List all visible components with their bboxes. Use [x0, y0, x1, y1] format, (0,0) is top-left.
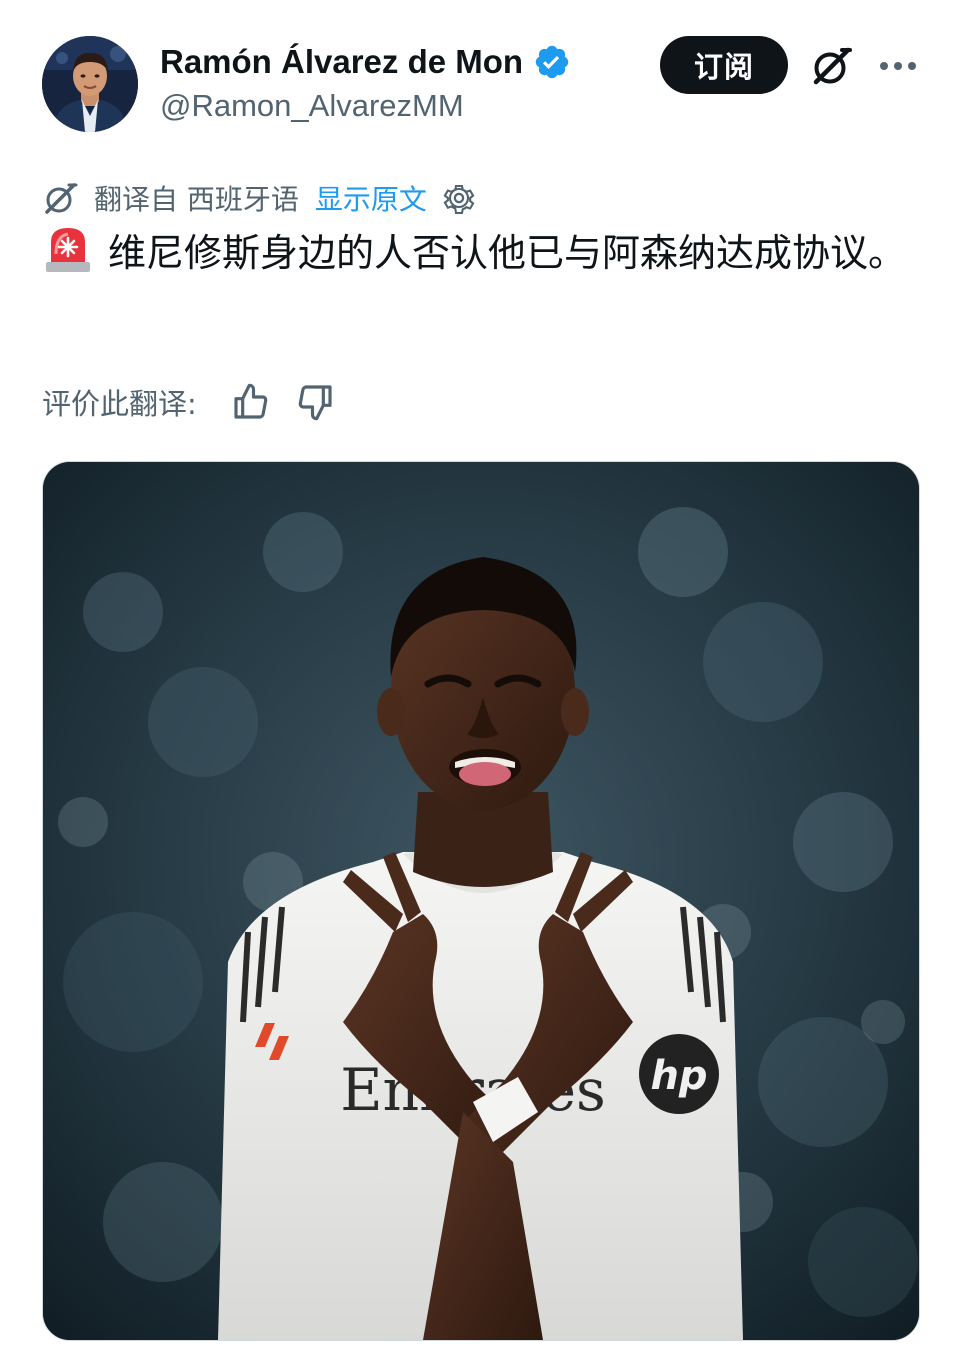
translated-from-label: 翻译自 西班牙语 — [94, 183, 299, 216]
sleeve-logo: hp — [650, 1053, 707, 1099]
grok-icon[interactable] — [808, 42, 856, 90]
user-handle[interactable]: @Ramon_AlvarezMM — [160, 88, 464, 124]
more-dots-icon[interactable] — [872, 42, 924, 90]
rate-translation-row: 评价此翻译: — [42, 380, 335, 424]
rotating-light-emoji — [42, 224, 94, 274]
verified-badge-icon — [533, 43, 571, 81]
avatar[interactable] — [42, 36, 138, 132]
rate-translation-label: 评价此翻译: — [42, 387, 197, 421]
subscribe-button[interactable]: 订阅 — [660, 36, 788, 94]
thumbs-up-icon[interactable] — [231, 382, 271, 422]
gear-icon[interactable] — [441, 180, 477, 216]
display-name[interactable]: Ramón Álvarez de Mon — [160, 43, 523, 81]
display-name-row: Ramón Álvarez de Mon — [160, 40, 571, 84]
tweet-media-photo[interactable]: hp Emirates — [42, 461, 920, 1341]
translate-icon — [42, 179, 80, 217]
thumbs-down-icon[interactable] — [295, 382, 335, 422]
tweet-header: Ramón Álvarez de Mon @Ramon_AlvarezMM 订阅 — [0, 0, 960, 150]
translation-bar: 翻译自 西班牙语 显示原文 — [42, 176, 477, 220]
tweet-body: 维尼修斯身边的人否认他已与阿森纳达成协议。 — [108, 231, 907, 275]
show-original-link[interactable]: 显示原文 — [315, 178, 427, 218]
tweet-text: 维尼修斯身边的人否认他已与阿森纳达成协议。 — [42, 222, 922, 284]
